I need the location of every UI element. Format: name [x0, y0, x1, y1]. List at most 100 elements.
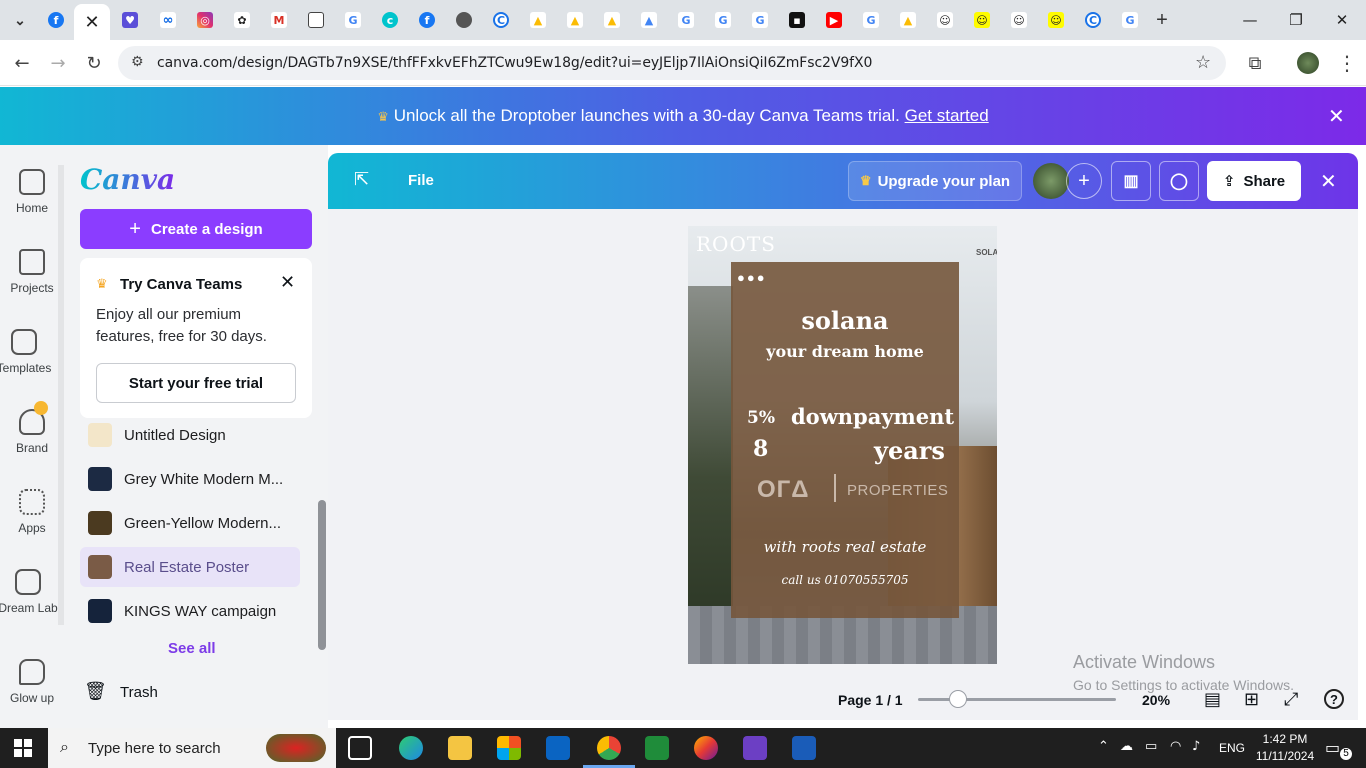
windows-start-icon[interactable]	[14, 739, 32, 757]
tab-snapchat-2[interactable]: ☺	[970, 8, 994, 32]
trash-label[interactable]: Trash	[120, 684, 158, 701]
tab-snapchat-3[interactable]: ☺	[1007, 8, 1031, 32]
rail-apps[interactable]: Apps	[0, 489, 64, 535]
extensions-icon[interactable]: ⧉	[1242, 50, 1268, 76]
excel-icon[interactable]	[645, 736, 669, 760]
chrome-icon[interactable]	[597, 736, 621, 760]
share-button[interactable]: ⇪ Share	[1207, 161, 1301, 201]
create-design-button[interactable]: + Create a design	[80, 209, 312, 249]
tab-snapchat-1[interactable]: ☺	[933, 8, 957, 32]
list-item[interactable]: KINGS WAY campaign	[80, 591, 300, 631]
tab-google-3[interactable]: G	[711, 8, 735, 32]
tab-chatgpt[interactable]: ✿	[230, 8, 254, 32]
tab-snapchat-4[interactable]: ☺	[1044, 8, 1068, 32]
tab-ads-4[interactable]: ▲	[637, 8, 661, 32]
rail-brand[interactable]: Brand	[0, 401, 64, 455]
volume-icon[interactable]: ♪	[1192, 739, 1200, 754]
tab-google-4[interactable]: G	[748, 8, 772, 32]
tab-5[interactable]: C	[489, 8, 513, 32]
tab-canva-active[interactable]: ✕	[74, 4, 110, 40]
open-external-icon[interactable]: ⇱	[354, 169, 369, 190]
tab-ads-1[interactable]: ▲	[526, 8, 550, 32]
tab-google-6[interactable]: G	[1118, 8, 1142, 32]
onedrive-icon[interactable]: ☁	[1120, 739, 1133, 754]
wifi-icon[interactable]: ◠	[1170, 739, 1181, 754]
page-indicator[interactable]: Page 1 / 1	[838, 692, 903, 708]
file-menu[interactable]: File	[408, 172, 434, 189]
upgrade-plan-button[interactable]: ♛ Upgrade your plan	[848, 161, 1022, 201]
comment-icon[interactable]: ◯	[1159, 161, 1199, 201]
tab-google-2[interactable]: G	[674, 8, 698, 32]
edge-icon[interactable]	[399, 736, 423, 760]
tab-ads-5[interactable]: ▲	[896, 8, 920, 32]
collaborator-avatar[interactable]	[1033, 163, 1069, 199]
tab-1[interactable]: ♥	[118, 8, 142, 32]
start-trial-button[interactable]: Start your free trial	[96, 363, 296, 403]
tab-6[interactable]: ▪	[785, 8, 809, 32]
back-button[interactable]: ←	[9, 50, 35, 76]
clock-time[interactable]: 1:42 PM	[1260, 732, 1310, 746]
store-icon[interactable]	[497, 736, 521, 760]
rail-dream-lab[interactable]: Dream Lab	[0, 569, 60, 615]
site-settings-icon[interactable]: ⚙	[131, 54, 144, 70]
tab-2[interactable]	[304, 8, 328, 32]
insights-chart-icon[interactable]: ▥	[1111, 161, 1151, 201]
notifications-icon[interactable]: ▭	[1325, 738, 1340, 757]
minimize-button[interactable]: —	[1230, 8, 1270, 32]
battery-icon[interactable]: ▭	[1145, 739, 1157, 754]
close-card-icon[interactable]: ✕	[280, 272, 295, 293]
tab-gmail[interactable]: M	[267, 8, 291, 32]
profile-avatar[interactable]	[1297, 52, 1319, 74]
rail-home[interactable]: Home	[0, 169, 64, 215]
list-item-selected[interactable]: Real Estate Poster	[80, 547, 300, 587]
word-icon[interactable]	[792, 736, 816, 760]
list-item[interactable]: Green-Yellow Modern...	[80, 503, 300, 543]
zoom-slider-track[interactable]	[918, 698, 1116, 701]
zoom-slider-knob[interactable]	[948, 690, 967, 708]
tray-overflow-icon[interactable]: ⌃	[1098, 739, 1109, 754]
tab-7[interactable]: C	[1081, 8, 1105, 32]
new-tab-button[interactable]: +	[1150, 8, 1174, 32]
help-icon[interactable]: ?	[1324, 689, 1344, 709]
window-close-button[interactable]: ✕	[1322, 8, 1362, 32]
list-item[interactable]: Grey White Modern M...	[80, 459, 300, 499]
browser-menu-icon[interactable]: ⋮	[1334, 50, 1360, 76]
zoom-level[interactable]: 20%	[1142, 692, 1170, 708]
close-promo-icon[interactable]: ✕	[1328, 104, 1345, 128]
tab-meta[interactable]: ∞	[156, 8, 180, 32]
tab-google-5[interactable]: G	[859, 8, 883, 32]
clock-date[interactable]: 11/11/2024	[1252, 749, 1318, 763]
forward-button[interactable]: →	[45, 50, 71, 76]
canva-logo[interactable]: Canva	[80, 163, 175, 196]
visual-studio-icon[interactable]	[743, 736, 767, 760]
outlook-icon[interactable]	[546, 736, 570, 760]
tab-search-dropdown[interactable]: ⌄	[8, 8, 32, 32]
tab-ads-2[interactable]: ▲	[563, 8, 587, 32]
file-explorer-icon[interactable]	[448, 736, 472, 760]
panel-scrollbar[interactable]	[318, 500, 326, 650]
taskbar-search-box[interactable]: ⌕ Type here to search	[48, 728, 336, 768]
rail-templates[interactable]: Templates	[0, 329, 56, 375]
tab-facebook-2[interactable]: f	[415, 8, 439, 32]
bookmark-star-icon[interactable]: ☆	[1195, 52, 1211, 73]
firefox-icon[interactable]	[694, 736, 718, 760]
tab-4[interactable]	[452, 8, 476, 32]
design-canvas[interactable]: ROOTS SOLA ●●● solana your dream home 5%…	[688, 226, 997, 664]
language-indicator[interactable]: ENG	[1219, 741, 1245, 755]
tab-ads-3[interactable]: ▲	[600, 8, 624, 32]
task-view-icon[interactable]	[348, 736, 372, 760]
tab-3[interactable]: c	[378, 8, 402, 32]
list-item[interactable]: Untitled Design	[80, 415, 300, 455]
tab-google-1[interactable]: G	[341, 8, 365, 32]
rail-projects[interactable]: Projects	[0, 249, 64, 295]
tab-facebook[interactable]: f	[44, 8, 68, 32]
close-editor-icon[interactable]: ✕	[1320, 169, 1337, 193]
get-started-link[interactable]: Get started	[905, 106, 989, 125]
url-text[interactable]: canva.com/design/DAGTb7n9XSE/thfFFxkvEFh…	[157, 55, 872, 71]
address-bar[interactable]: ⚙ canva.com/design/DAGTb7n9XSE/thfFFxkvE…	[118, 46, 1226, 80]
tab-instagram[interactable]: ◎	[193, 8, 217, 32]
see-all-link[interactable]: See all	[168, 640, 216, 657]
add-collaborator-button[interactable]: +	[1066, 163, 1102, 199]
reload-button[interactable]: ↻	[81, 50, 107, 76]
tab-close-icon[interactable]: ✕	[84, 12, 99, 33]
